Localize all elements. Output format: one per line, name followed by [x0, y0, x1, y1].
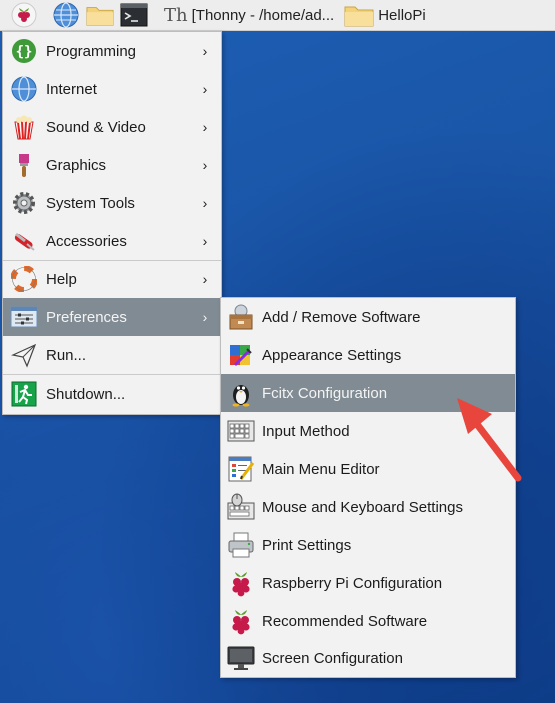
main-menu: {} Programming › Internet › Sound & Vide…: [2, 31, 222, 415]
terminal-launcher[interactable]: [120, 1, 148, 29]
menu-item-graphics[interactable]: Graphics ›: [3, 147, 221, 183]
exit-running-man-icon: [10, 380, 38, 408]
menu-item-run[interactable]: Run...: [3, 337, 221, 373]
raspberry-icon: [227, 607, 255, 635]
chevron-right-icon: ›: [202, 43, 208, 59]
submenu-item-label: Print Settings: [262, 536, 352, 554]
swiss-knife-icon: [10, 227, 38, 255]
raspberry-menu-button[interactable]: [10, 1, 38, 29]
submenu-item-fcitx-configuration[interactable]: Fcitx Configuration: [221, 374, 515, 412]
menu-item-label: Preferences: [46, 308, 127, 326]
terminal-icon: [120, 3, 148, 27]
preferences-sliders-icon: [10, 303, 38, 331]
globe-icon: [10, 75, 38, 103]
submenu-item-recommended-software[interactable]: Recommended Software: [221, 602, 515, 640]
taskbar-thonny-window[interactable]: Th [Thonny - /home/ad...: [160, 2, 338, 28]
menu-item-help[interactable]: Help ›: [3, 261, 221, 297]
submenu-item-screen-configuration[interactable]: Screen Configuration: [221, 639, 515, 677]
taskbar-hellopi-window[interactable]: HelloPi: [340, 2, 430, 28]
submenu-item-label: Raspberry Pi Configuration: [262, 574, 443, 592]
taskbar-thonny-label: [Thonny - /home/ad...: [191, 6, 335, 24]
raspberry-icon: [227, 569, 255, 597]
menu-editor-icon: [227, 455, 255, 483]
submenu-item-appearance-settings[interactable]: Appearance Settings: [221, 336, 515, 374]
file-manager-launcher[interactable]: [86, 1, 114, 29]
menu-item-sound-video[interactable]: Sound & Video ›: [3, 109, 221, 145]
menu-item-programming[interactable]: {} Programming ›: [3, 33, 221, 69]
submenu-item-label: Mouse and Keyboard Settings: [262, 498, 463, 516]
submenu-item-print-settings[interactable]: Print Settings: [221, 526, 515, 564]
menu-item-internet[interactable]: Internet ›: [3, 71, 221, 107]
submenu-item-mouse-keyboard-settings[interactable]: Mouse and Keyboard Settings: [221, 488, 515, 526]
submenu-item-raspberry-pi-configuration[interactable]: Raspberry Pi Configuration: [221, 564, 515, 602]
chevron-right-icon: ›: [202, 157, 208, 173]
code-braces-icon: {}: [10, 37, 38, 65]
chevron-right-icon: ›: [202, 195, 208, 211]
thonny-icon: Th: [164, 4, 188, 26]
preferences-submenu: Add / Remove Software Appearance Setting…: [220, 297, 516, 678]
chevron-right-icon: ›: [202, 271, 208, 287]
menu-item-label: Programming: [46, 42, 137, 60]
chevron-right-icon: ›: [202, 119, 208, 135]
package-icon: [227, 303, 255, 331]
mouse-keyboard-icon: [227, 493, 255, 521]
chevron-right-icon: ›: [202, 309, 208, 325]
menu-item-shutdown[interactable]: Shutdown...: [3, 376, 221, 412]
paper-plane-icon: [10, 341, 38, 369]
gear-icon: [10, 189, 38, 217]
menu-item-label: Accessories: [46, 232, 127, 250]
palette-icon: [227, 341, 255, 369]
menu-item-label: Internet: [46, 80, 97, 98]
menu-item-label: System Tools: [46, 194, 135, 212]
submenu-item-label: Fcitx Configuration: [262, 384, 388, 402]
menu-item-label: Run...: [46, 346, 87, 364]
paintbrush-icon: [10, 151, 38, 179]
submenu-item-label: Add / Remove Software: [262, 308, 421, 326]
svg-text:{}: {}: [16, 44, 33, 60]
submenu-item-label: Screen Configuration: [262, 649, 403, 667]
popcorn-icon: [10, 113, 38, 141]
menu-item-accessories[interactable]: Accessories ›: [3, 223, 221, 259]
taskbar: Th [Thonny - /home/ad... HelloPi: [0, 0, 555, 31]
menu-item-label: Sound & Video: [46, 118, 146, 136]
submenu-item-main-menu-editor[interactable]: Main Menu Editor: [221, 450, 515, 488]
submenu-item-add-remove-software[interactable]: Add / Remove Software: [221, 298, 515, 336]
folder-icon: [344, 6, 374, 27]
folder-icon: [86, 7, 114, 26]
globe-icon: [53, 2, 79, 28]
menu-item-preferences[interactable]: Preferences ›: [3, 298, 221, 336]
raspberry-icon: [11, 2, 37, 28]
submenu-item-label: Recommended Software: [262, 612, 428, 630]
menu-separator: [3, 374, 221, 375]
web-browser-launcher[interactable]: [52, 1, 80, 29]
menu-item-label: Graphics: [46, 156, 107, 174]
submenu-item-input-method[interactable]: Input Method: [221, 412, 515, 450]
menu-item-label: Help: [46, 270, 77, 288]
menu-item-system-tools[interactable]: System Tools ›: [3, 185, 221, 221]
chevron-right-icon: ›: [202, 233, 208, 249]
taskbar-hellopi-label: HelloPi: [378, 6, 426, 24]
penguin-icon: [227, 379, 255, 407]
submenu-item-label: Appearance Settings: [262, 346, 402, 364]
submenu-item-label: Input Method: [262, 422, 350, 440]
submenu-item-label: Main Menu Editor: [262, 460, 380, 478]
printer-icon: [227, 531, 255, 559]
lifebuoy-icon: [10, 265, 38, 293]
chevron-right-icon: ›: [202, 81, 208, 97]
monitor-icon: [227, 644, 255, 672]
menu-item-label: Shutdown...: [46, 385, 126, 403]
keyboard-icon: [227, 417, 255, 445]
